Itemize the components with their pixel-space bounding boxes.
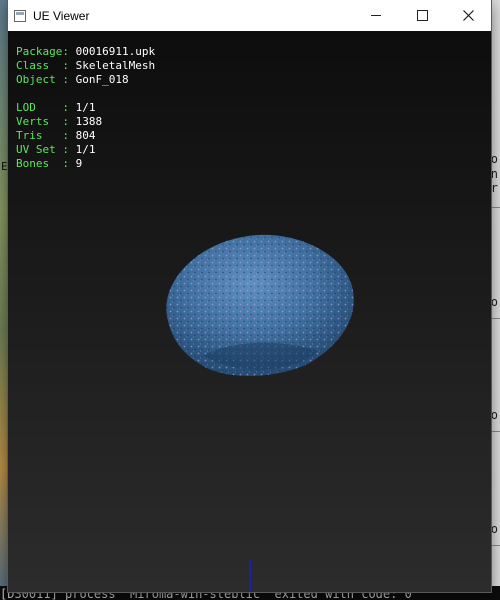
background-divider	[491, 431, 500, 432]
info-value: 1/1	[75, 101, 96, 114]
title-bar[interactable]: UE Viewer	[8, 0, 491, 31]
info-value: GonF_018	[75, 73, 129, 86]
info-label: UV Set	[16, 143, 63, 156]
info-label: Bones	[16, 157, 63, 170]
info-lod: LOD : 1/1	[16, 101, 155, 115]
info-label: LOD	[16, 101, 63, 114]
info-package: Package: 00016911.upk	[16, 45, 155, 59]
info-value: 1388	[75, 115, 103, 128]
info-label: Object	[16, 73, 63, 86]
app-icon	[14, 9, 26, 22]
3d-viewport[interactable]: Package: 00016911.upk Class : SkeletalMe…	[8, 31, 491, 592]
desktop-background	[0, 0, 8, 600]
close-icon	[462, 10, 474, 21]
background-divider	[491, 318, 500, 319]
info-value: SkeletalMesh	[75, 59, 156, 72]
info-uvset: UV Set : 1/1	[16, 143, 155, 157]
info-label: Class	[16, 59, 63, 72]
info-value: 9	[75, 157, 83, 170]
info-separator: :	[62, 101, 76, 114]
info-bones: Bones : 9	[16, 157, 155, 171]
info-tris: Tris : 804	[16, 129, 155, 143]
info-separator: :	[62, 59, 76, 72]
background-divider	[491, 545, 500, 546]
background-glyph: E	[1, 160, 8, 173]
info-separator: :	[62, 115, 76, 128]
info-value: 00016911.upk	[75, 45, 156, 58]
info-value: 804	[75, 129, 96, 142]
info-separator: :	[62, 45, 76, 58]
ue-viewer-window: UE Viewer Package: 00016911.upk Class : …	[8, 0, 491, 592]
caption-buttons	[353, 0, 491, 31]
background-glyph: o	[490, 522, 498, 536]
mesh-info-overlay: Package: 00016911.upk Class : SkeletalMe…	[16, 45, 155, 171]
skeletal-mesh-render[interactable]	[148, 226, 358, 386]
info-value: 1/1	[75, 143, 96, 156]
maximize-icon	[416, 10, 428, 21]
info-label: Package	[16, 45, 63, 58]
window-title: UE Viewer	[33, 8, 90, 23]
info-separator: :	[62, 157, 76, 170]
background-glyph: r	[490, 181, 498, 195]
close-button[interactable]	[445, 0, 491, 31]
maximize-button[interactable]	[399, 0, 445, 31]
axis-line	[249, 559, 251, 592]
info-verts: Verts : 1388	[16, 115, 155, 129]
minimize-button[interactable]	[353, 0, 399, 31]
background-divider	[491, 207, 500, 208]
info-separator: :	[62, 143, 76, 156]
minimize-icon	[371, 15, 381, 16]
info-label: Tris	[16, 129, 63, 142]
info-label: Verts	[16, 115, 63, 128]
background-glyph: o	[490, 295, 498, 309]
background-glyph: o	[490, 408, 498, 422]
info-separator: :	[62, 73, 76, 86]
info-object: Object : GonF_018	[16, 73, 155, 87]
background-terminal-edge: o n r o o o	[491, 0, 500, 600]
background-glyph: o	[490, 152, 498, 166]
background-glyph: n	[490, 167, 498, 181]
info-separator: :	[62, 129, 76, 142]
info-class: Class : SkeletalMesh	[16, 59, 155, 73]
